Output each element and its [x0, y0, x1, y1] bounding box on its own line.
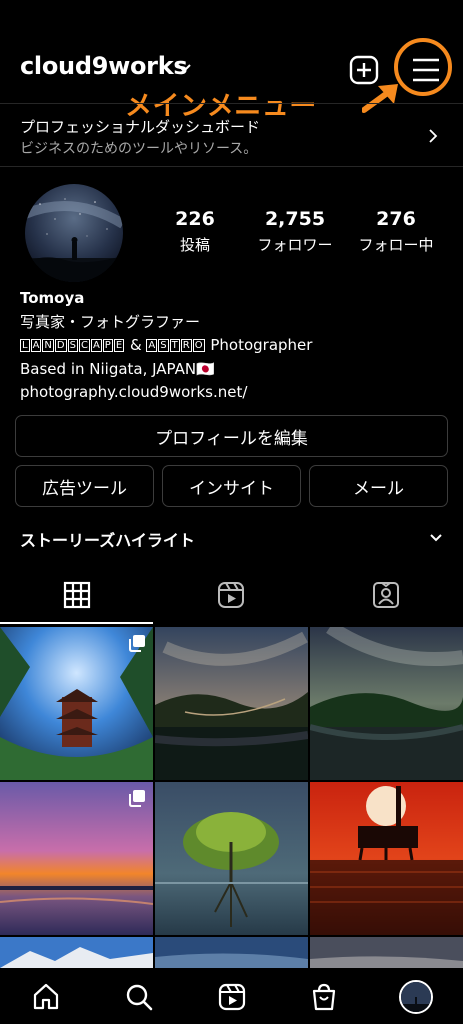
annotation-highlight-circle — [394, 38, 452, 96]
bottom-navigation — [0, 968, 463, 1024]
search-icon[interactable] — [124, 982, 154, 1012]
grid-post[interactable] — [155, 937, 308, 968]
bio-location-text: Based in Niigata, JAPAN — [20, 359, 197, 378]
grid-post[interactable] — [310, 627, 463, 780]
grid-post[interactable] — [155, 782, 308, 935]
grid-post[interactable] — [155, 627, 308, 780]
following-count-label: フォロー中 — [358, 236, 434, 254]
bio-website-link[interactable]: photography.cloud9works.net/ — [20, 381, 312, 405]
top-header: cloud9works メインメニュー — [0, 0, 463, 122]
shop-icon[interactable] — [309, 982, 339, 1012]
bio-line-genres: LANDSCAPE & ASTRO Photographer — [20, 334, 312, 358]
posts-count-value: 226 — [175, 208, 215, 230]
profile-avatar[interactable] — [399, 980, 433, 1014]
bio-line-location: Based in Niigata, JAPAN🇯🇵 — [20, 358, 312, 382]
boxed-letter: O — [192, 339, 205, 352]
grid-post[interactable] — [310, 937, 463, 968]
boxed-letter: A — [30, 339, 42, 352]
followers-count-value: 2,755 — [264, 208, 326, 230]
reels-icon[interactable] — [217, 982, 247, 1012]
tagged-icon[interactable] — [371, 580, 401, 610]
boxed-letter: L — [20, 339, 30, 352]
following-count-value: 276 — [376, 208, 416, 230]
grid-post[interactable] — [0, 782, 153, 935]
email-button[interactable]: メール — [309, 465, 448, 507]
multiple-posts-icon — [129, 790, 145, 807]
boxed-letter: S — [158, 339, 169, 352]
bio-line-occupation: 写真家・フォトグラファー — [20, 312, 201, 331]
home-icon[interactable] — [31, 982, 61, 1012]
chevron-down-icon[interactable] — [176, 62, 192, 74]
grid-post[interactable] — [0, 937, 153, 968]
boxed-letter: N — [42, 339, 54, 352]
create-post-icon[interactable] — [349, 55, 379, 85]
profile-avatar[interactable] — [25, 184, 123, 282]
grid-post[interactable] — [0, 627, 153, 780]
boxed-letter: A — [90, 339, 102, 352]
bio-photographer: Photographer — [210, 336, 313, 354]
multiple-posts-icon — [129, 635, 145, 652]
boxed-letter: A — [146, 339, 158, 352]
reels-icon[interactable] — [216, 580, 246, 610]
japan-flag-icon: 🇯🇵 — [196, 359, 215, 378]
instagram-profile-screen: cloud9works メインメニュー プロフェッショナルダッシュボード ビジネ… — [0, 0, 463, 1024]
account-username[interactable]: cloud9works — [20, 52, 188, 80]
boxed-letter: T — [169, 339, 180, 352]
active-tab-indicator — [0, 622, 153, 624]
boxed-letter: S — [67, 339, 78, 352]
boxed-letter: C — [78, 339, 90, 352]
chevron-right-icon — [429, 129, 438, 143]
professional-dashboard-link[interactable]: プロフェッショナルダッシュボード ビジネスのためのツールやリソース。 — [0, 103, 463, 167]
ad-tools-button[interactable]: 広告ツール — [15, 465, 154, 507]
posts-count[interactable]: 226 投稿 — [145, 208, 245, 255]
followers-count-label: フォロワー — [257, 236, 333, 254]
bio-ampersand: & — [129, 336, 142, 354]
dashboard-subtitle: ビジネスのためのツールやリソース。 — [20, 141, 258, 157]
boxed-word-astro: ASTRO — [146, 336, 205, 354]
boxed-word-landscape: LANDSCAPE — [20, 336, 125, 354]
edit-profile-button[interactable]: プロフィールを編集 — [15, 415, 448, 457]
following-count[interactable]: 276 フォロー中 — [346, 208, 446, 255]
profile-name: Tomoya — [20, 289, 85, 307]
chevron-down-icon[interactable] — [429, 533, 443, 543]
grid-icon[interactable] — [62, 580, 92, 610]
followers-count[interactable]: 2,755 フォロワー — [245, 208, 345, 255]
dashboard-title: プロフェッショナルダッシュボード — [20, 118, 261, 136]
boxed-letter: E — [113, 339, 125, 352]
insights-button[interactable]: インサイト — [162, 465, 301, 507]
boxed-letter: D — [54, 339, 67, 352]
posts-count-label: 投稿 — [179, 236, 210, 254]
profile-bio: Tomoya 写真家・フォトグラファー LANDSCAPE & ASTRO Ph… — [20, 287, 312, 405]
stories-highlights-toggle[interactable]: ストーリーズハイライト — [20, 527, 195, 551]
grid-post[interactable] — [310, 782, 463, 935]
boxed-letter: P — [102, 339, 113, 352]
boxed-letter: R — [180, 339, 192, 352]
